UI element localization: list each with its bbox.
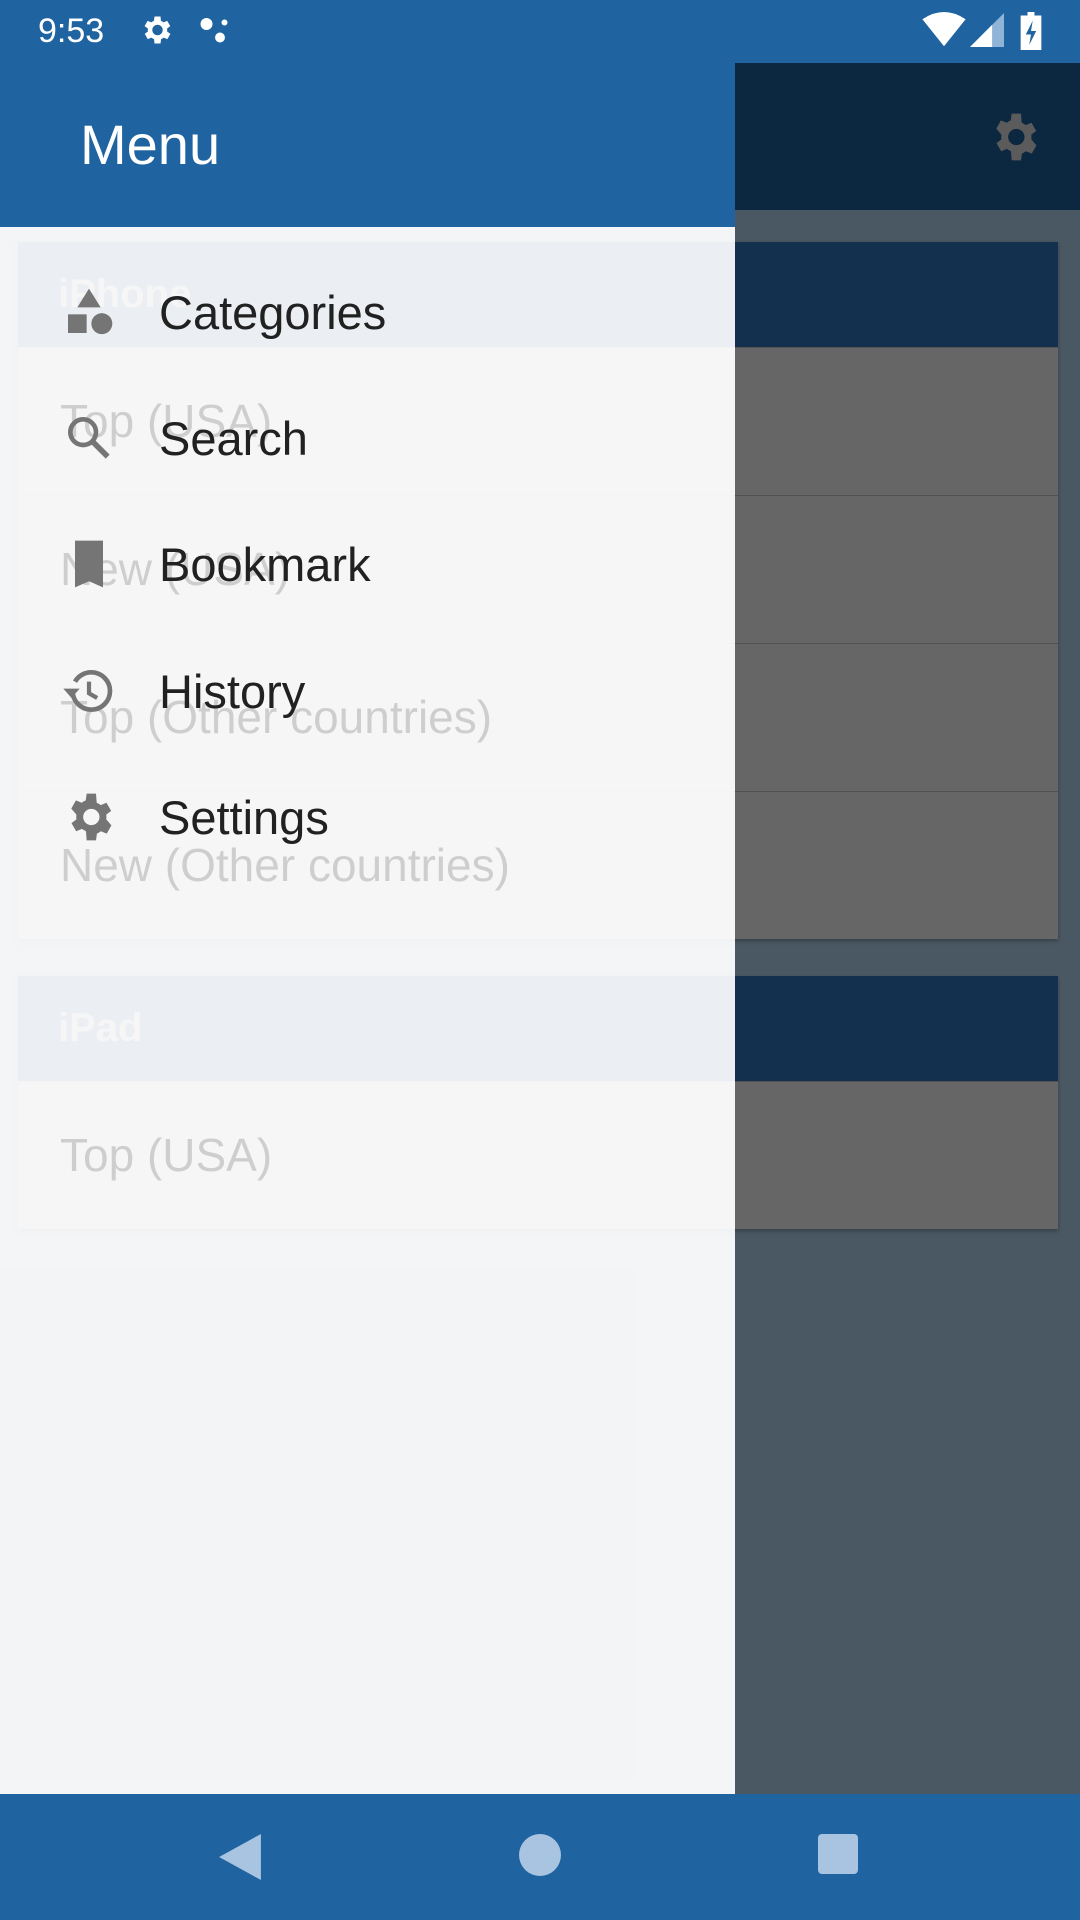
bookmark-icon bbox=[61, 536, 117, 592]
history-icon bbox=[61, 663, 117, 719]
signal-icon bbox=[970, 13, 1004, 47]
navigation-drawer: Menu Categories Search Bookmark History … bbox=[0, 63, 735, 1794]
search-icon bbox=[61, 410, 117, 466]
drawer-item-label: Categories bbox=[159, 285, 387, 339]
list-item-label: New (Other countries) bbox=[60, 839, 510, 891]
settings-icon bbox=[144, 16, 171, 44]
home-button[interactable] bbox=[519, 1834, 561, 1876]
wifi-icon bbox=[922, 12, 966, 47]
system-nav-bar bbox=[0, 1794, 1080, 1920]
drawer-item-label: Bookmark bbox=[159, 537, 371, 591]
drawer-item-label: History bbox=[159, 664, 306, 718]
drawer-header: Menu bbox=[0, 63, 735, 227]
settings-icon bbox=[61, 789, 117, 845]
list-item-label: Top (USA) bbox=[60, 1129, 273, 1181]
battery-charging-icon bbox=[1020, 12, 1042, 50]
back-button[interactable] bbox=[218, 1834, 262, 1880]
drawer-title: Menu bbox=[80, 113, 221, 176]
drawer-scrim[interactable] bbox=[735, 63, 1080, 1794]
drawer-item-bookmark[interactable]: Bookmark bbox=[0, 501, 735, 627]
drawer-item-label: Search bbox=[159, 411, 308, 465]
status-time: 9:53 bbox=[38, 12, 105, 50]
categories-icon bbox=[61, 284, 117, 340]
drawer-item-search[interactable]: Search bbox=[0, 375, 735, 501]
drawer-item-categories[interactable]: Categories bbox=[0, 249, 735, 375]
assistant-dots-icon bbox=[200, 18, 228, 43]
recents-button[interactable] bbox=[818, 1834, 858, 1874]
status-bar: 9:53 bbox=[0, 0, 1080, 63]
drawer-item-label: Settings bbox=[159, 790, 329, 844]
